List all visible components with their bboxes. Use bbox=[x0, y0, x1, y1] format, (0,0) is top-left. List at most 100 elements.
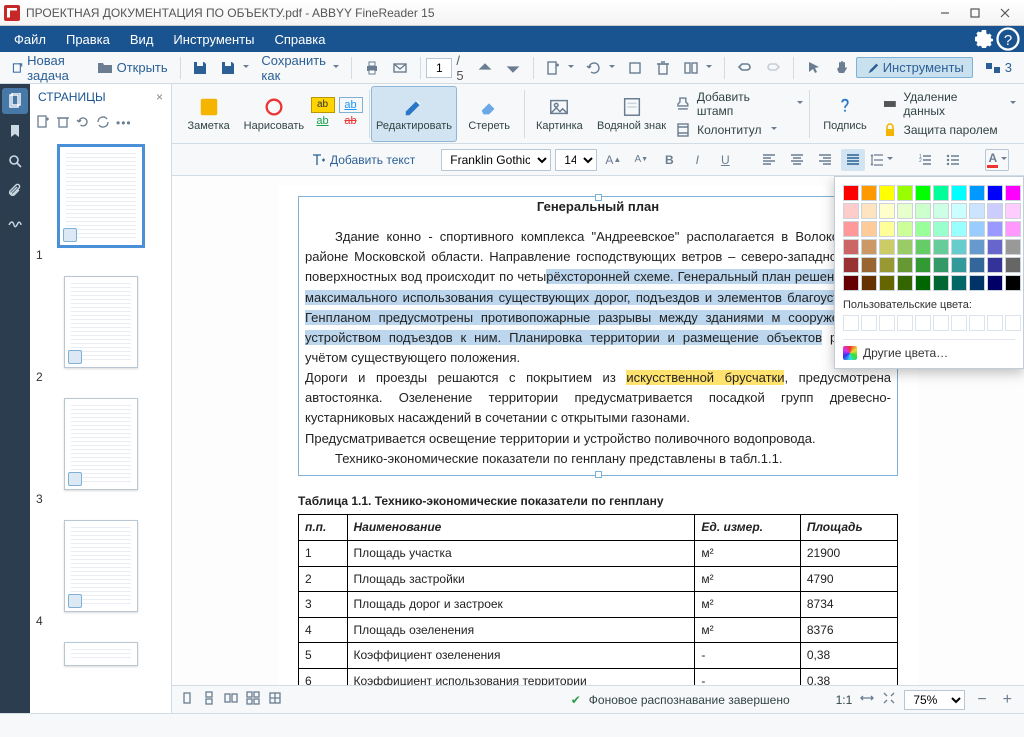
nav-attachments-icon[interactable] bbox=[2, 178, 28, 204]
color-swatch[interactable] bbox=[861, 275, 877, 291]
font-color-button[interactable]: A bbox=[985, 149, 1009, 171]
add-text-button[interactable]: Добавить текст bbox=[304, 149, 421, 171]
menu-file[interactable]: Файл bbox=[4, 28, 56, 51]
italic-button[interactable]: I bbox=[685, 149, 709, 171]
color-swatch[interactable] bbox=[861, 257, 877, 273]
color-swatch[interactable] bbox=[915, 203, 931, 219]
page-number-input[interactable] bbox=[426, 58, 452, 78]
maximize-button[interactable] bbox=[960, 2, 990, 24]
color-swatch[interactable] bbox=[1005, 185, 1021, 201]
color-swatch[interactable] bbox=[969, 185, 985, 201]
color-swatch[interactable] bbox=[969, 203, 985, 219]
pages-delete-icon[interactable] bbox=[56, 115, 70, 132]
color-swatch[interactable] bbox=[933, 239, 949, 255]
save-as-button[interactable]: Сохранить как bbox=[255, 50, 345, 86]
redo-button[interactable] bbox=[759, 57, 787, 79]
color-swatch[interactable] bbox=[1005, 221, 1021, 237]
color-swatch[interactable] bbox=[951, 185, 967, 201]
color-swatch[interactable] bbox=[987, 239, 1003, 255]
color-swatch[interactable] bbox=[969, 257, 985, 273]
nav-search-icon[interactable] bbox=[2, 148, 28, 174]
color-swatch[interactable] bbox=[843, 203, 859, 219]
pages-panel-close-icon[interactable]: × bbox=[156, 90, 163, 104]
color-swatch[interactable] bbox=[861, 203, 877, 219]
color-swatch[interactable] bbox=[897, 275, 913, 291]
nav-signature-icon[interactable] bbox=[2, 208, 28, 234]
page-thumb-3[interactable]: 3 bbox=[36, 398, 165, 506]
color-swatch[interactable] bbox=[915, 275, 931, 291]
menu-help[interactable]: Справка bbox=[264, 28, 335, 51]
highlight-blue-icon[interactable]: ab bbox=[339, 97, 363, 113]
color-swatch[interactable] bbox=[933, 221, 949, 237]
crop-button[interactable] bbox=[621, 57, 649, 79]
color-swatch[interactable] bbox=[915, 185, 931, 201]
page-up-button[interactable] bbox=[471, 57, 499, 79]
color-swatch[interactable] bbox=[987, 203, 1003, 219]
delete-page-button[interactable] bbox=[649, 57, 677, 79]
ribbon-draw[interactable]: Нарисовать bbox=[241, 86, 306, 142]
color-swatch[interactable] bbox=[969, 239, 985, 255]
zoom-select[interactable]: 75% bbox=[904, 690, 965, 710]
color-swatch[interactable] bbox=[861, 185, 877, 201]
ribbon-header-footer[interactable]: Колонтитул bbox=[675, 122, 776, 138]
page-thumb-5[interactable] bbox=[36, 642, 165, 666]
color-swatch[interactable] bbox=[897, 239, 913, 255]
color-swatch[interactable] bbox=[951, 257, 967, 273]
color-swatch[interactable] bbox=[915, 221, 931, 237]
fit-page-icon[interactable] bbox=[882, 691, 896, 708]
align-right-icon[interactable] bbox=[813, 149, 837, 171]
pages-add-button[interactable] bbox=[539, 57, 580, 79]
font-size-select[interactable]: 14 bbox=[555, 149, 597, 171]
text-frame[interactable]: Генеральный план Здание конно - спортивн… bbox=[298, 196, 898, 476]
color-swatch[interactable] bbox=[969, 221, 985, 237]
color-swatch[interactable] bbox=[933, 203, 949, 219]
page-thumb-4[interactable]: 4 bbox=[36, 520, 165, 628]
ribbon-protect[interactable]: Защита паролем bbox=[882, 122, 998, 138]
color-swatch[interactable] bbox=[951, 239, 967, 255]
ribbon-erase[interactable]: Стереть bbox=[457, 86, 522, 142]
underline-icon[interactable]: ab bbox=[311, 115, 335, 131]
ribbon-erase-data[interactable]: Удаление данных bbox=[882, 90, 1016, 118]
font-shrink-icon[interactable]: A▼ bbox=[629, 149, 653, 171]
color-swatch[interactable] bbox=[879, 203, 895, 219]
align-justify-icon[interactable] bbox=[841, 149, 865, 171]
nav-bookmarks-icon[interactable] bbox=[2, 118, 28, 144]
pages-rotate-icon[interactable] bbox=[76, 115, 90, 132]
line-spacing-icon[interactable] bbox=[869, 149, 893, 171]
page-thumb-2[interactable]: 2 bbox=[36, 276, 165, 384]
view-cont-icon[interactable] bbox=[202, 691, 216, 708]
color-swatch[interactable] bbox=[879, 185, 895, 201]
pages-add-icon[interactable] bbox=[36, 115, 50, 132]
color-swatch[interactable] bbox=[915, 239, 931, 255]
list-numbered-icon[interactable]: 12 bbox=[913, 149, 937, 171]
color-swatch[interactable] bbox=[897, 185, 913, 201]
color-swatch[interactable] bbox=[879, 239, 895, 255]
split-button[interactable] bbox=[677, 57, 718, 79]
color-swatch[interactable] bbox=[1005, 239, 1021, 255]
bold-button[interactable]: B bbox=[657, 149, 681, 171]
tools-toggle[interactable]: Инструменты bbox=[856, 57, 973, 78]
ribbon-picture[interactable]: Картинка bbox=[527, 86, 592, 142]
pages-more-icon[interactable]: ••• bbox=[116, 116, 132, 130]
view-two-cont-icon[interactable] bbox=[246, 691, 260, 708]
strikethrough-icon[interactable]: ab bbox=[339, 115, 363, 131]
color-swatch[interactable] bbox=[897, 203, 913, 219]
ribbon-edit[interactable]: Редактировать bbox=[371, 86, 456, 142]
font-grow-icon[interactable]: A▲ bbox=[601, 149, 625, 171]
menu-view[interactable]: Вид bbox=[120, 28, 164, 51]
help-icon[interactable]: ? bbox=[996, 27, 1020, 51]
color-swatch[interactable] bbox=[915, 257, 931, 273]
color-swatch[interactable] bbox=[843, 257, 859, 273]
color-swatch[interactable] bbox=[897, 221, 913, 237]
color-swatch[interactable] bbox=[843, 275, 859, 291]
zoom-in-button[interactable]: + bbox=[999, 691, 1016, 709]
align-left-icon[interactable] bbox=[757, 149, 781, 171]
menu-edit[interactable]: Правка bbox=[56, 28, 120, 51]
close-button[interactable] bbox=[990, 2, 1020, 24]
fit-width-icon[interactable] bbox=[860, 691, 874, 708]
view-two-icon[interactable] bbox=[224, 691, 238, 708]
hand-button[interactable] bbox=[828, 57, 856, 79]
color-swatch[interactable] bbox=[987, 275, 1003, 291]
color-swatch[interactable] bbox=[1005, 257, 1021, 273]
color-swatch[interactable] bbox=[843, 185, 859, 201]
